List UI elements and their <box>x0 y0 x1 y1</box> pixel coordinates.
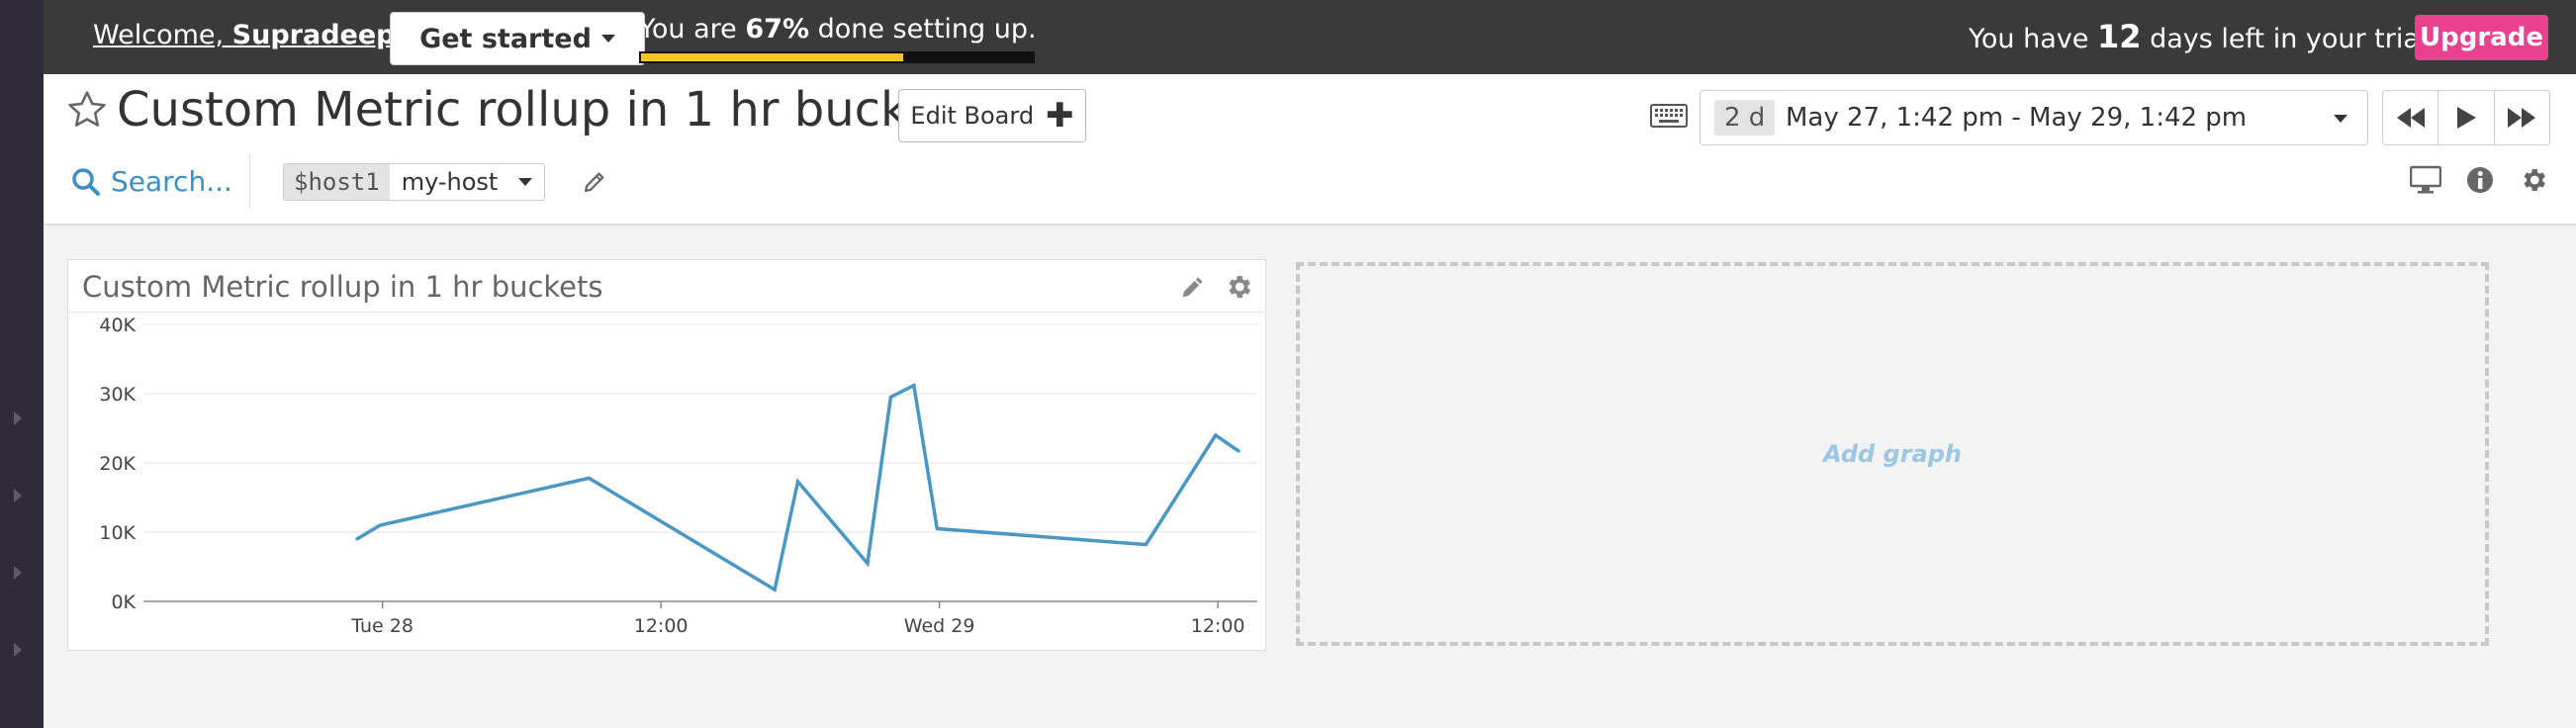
setup-percent: 67% <box>745 14 810 45</box>
series-line <box>355 382 1241 592</box>
setup-prefix: You are <box>639 14 746 45</box>
data-point <box>1237 449 1241 453</box>
setup-status: You are 67% done setting up. <box>639 14 1037 45</box>
page-title: Custom Metric rollup in 1 hr buckets <box>117 82 979 137</box>
caret-down-icon <box>517 178 532 186</box>
x-tick-label: Tue 28 <box>350 615 414 637</box>
fast-forward-icon <box>2508 108 2536 128</box>
trial-prefix: You have <box>1969 24 2097 54</box>
sidebar-expand-icon[interactable] <box>14 643 22 657</box>
data-point <box>378 523 382 527</box>
pencil-icon[interactable] <box>582 169 607 195</box>
template-variable-select[interactable]: my-host <box>389 164 544 200</box>
sidebar-expand-icon[interactable] <box>14 566 22 580</box>
time-span-badge: 2 d <box>1714 100 1776 136</box>
fast-forward-button[interactable] <box>2495 91 2549 144</box>
template-variable-name: $host1 <box>284 164 390 200</box>
data-point <box>587 476 591 480</box>
gear-icon[interactable] <box>2519 165 2548 195</box>
template-variable: $host1 my-host <box>283 163 545 201</box>
setup-progress-fill <box>641 53 904 61</box>
dashboard-header: Custom Metric rollup in 1 hr buckets Edi… <box>44 74 2576 226</box>
add-graph-label: Add graph <box>1822 440 1963 468</box>
setup-suffix: done setting up. <box>809 14 1037 45</box>
time-range-label: May 27, 1:42 pm - May 29, 1:42 pm <box>1786 103 2248 133</box>
trial-days: 12 <box>2096 18 2142 55</box>
tv-mode-icon[interactable] <box>2410 165 2441 195</box>
y-tick-label: 20K <box>99 453 136 475</box>
add-graph-placeholder[interactable]: Add graph <box>1296 262 2489 646</box>
rewind-icon <box>2396 108 2425 128</box>
data-point <box>1144 543 1148 547</box>
template-variable-value: my-host <box>401 168 499 196</box>
gear-icon[interactable] <box>1224 272 1253 302</box>
top-banner: Welcome, Supradeep! Get started You are … <box>44 0 2576 74</box>
search-placeholder: Search... <box>111 165 232 198</box>
timeseries-chart: 0K 10K 20K 30K 40K Tue 28 12:00 Wed 29 12:00 <box>99 315 1257 637</box>
time-navigation <box>2382 90 2550 145</box>
play-icon <box>2456 107 2476 129</box>
timeseries-widget[interactable]: Custom Metric rollup in 1 hr buckets 0K 1… <box>67 259 1266 651</box>
data-point <box>773 588 777 592</box>
sidebar-expand-icon[interactable] <box>14 411 22 425</box>
caret-down-icon <box>2334 115 2347 123</box>
edit-board-button[interactable]: Edit Board ✚ <box>898 89 1086 142</box>
welcome-prefix: Welcome, <box>93 20 232 50</box>
time-range-picker[interactable]: 2 d May 27, 1:42 pm - May 29, 1:42 pm <box>1700 90 2368 145</box>
data-point <box>1214 433 1218 437</box>
info-icon[interactable] <box>2465 165 2495 195</box>
welcome-link[interactable]: Welcome, Supradeep! <box>93 20 408 50</box>
data-point <box>935 527 939 530</box>
y-tick-label: 40K <box>99 315 136 336</box>
pencil-icon[interactable] <box>1178 272 1208 302</box>
y-tick-label: 0K <box>111 592 136 613</box>
get-started-label: Get started <box>419 23 592 54</box>
play-button[interactable] <box>2438 91 2495 144</box>
plus-icon: ✚ <box>1046 96 1074 136</box>
header-actions <box>2410 165 2548 195</box>
keyboard-icon[interactable] <box>1650 104 1688 128</box>
app-sidebar <box>0 0 44 728</box>
get-started-button[interactable]: Get started <box>390 12 645 65</box>
upgrade-button[interactable]: Upgrade <box>2415 15 2548 60</box>
y-tick-label: 30K <box>99 384 136 406</box>
data-point <box>912 384 916 388</box>
widget-title: Custom Metric rollup in 1 hr buckets <box>82 270 603 304</box>
data-point <box>888 396 892 399</box>
setup-progress-bar <box>639 51 1035 63</box>
x-tick-label: Wed 29 <box>904 615 975 637</box>
x-tick-label: 12:00 <box>1191 615 1245 637</box>
y-tick-label: 10K <box>99 522 136 544</box>
data-point <box>866 562 870 565</box>
rewind-button[interactable] <box>2383 91 2439 144</box>
trial-suffix: days left in your trial. <box>2141 24 2436 54</box>
x-tick-label: 12:00 <box>634 615 689 637</box>
caret-down-icon <box>600 35 615 43</box>
divider <box>249 153 250 209</box>
search-input[interactable]: Search... <box>71 165 232 198</box>
data-point <box>796 480 800 484</box>
edit-board-label: Edit Board <box>910 102 1035 130</box>
data-point <box>355 537 359 541</box>
star-icon[interactable] <box>65 88 109 132</box>
trial-status: You have 12 days left in your trial. <box>1969 18 2436 55</box>
user-name: Supradeep! <box>231 20 408 50</box>
search-icon <box>72 167 100 196</box>
sidebar-expand-icon[interactable] <box>14 489 22 502</box>
widget-actions <box>1178 272 1253 302</box>
